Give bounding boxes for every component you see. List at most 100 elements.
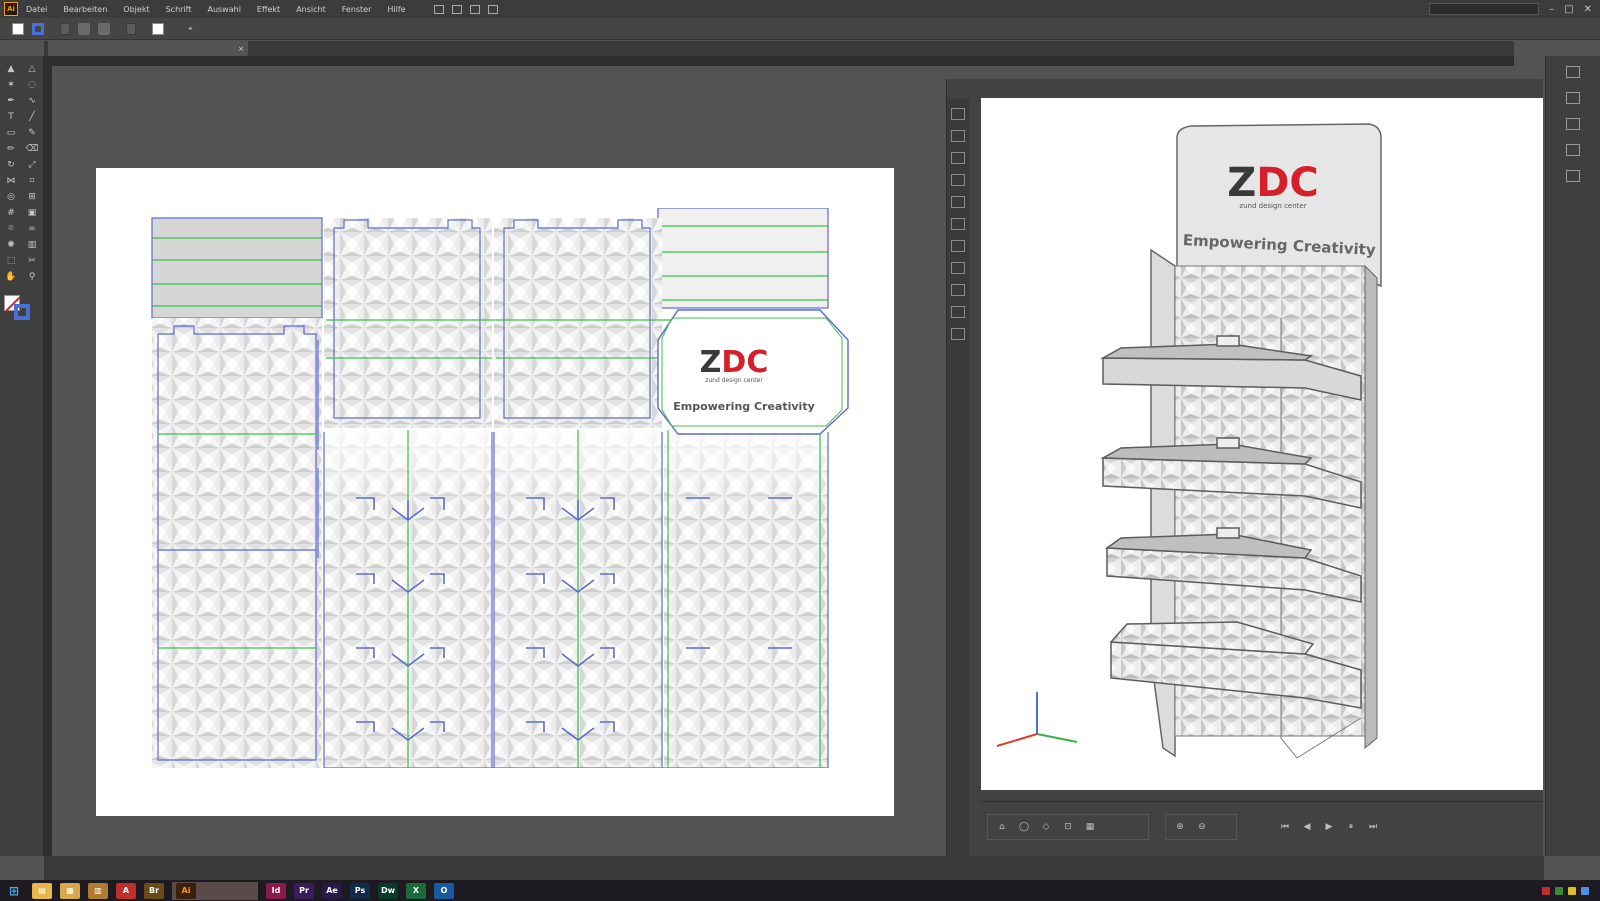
menu-datei[interactable]: Datei: [26, 5, 47, 14]
layers-icon[interactable]: [951, 218, 965, 230]
fill-swatch[interactable]: [12, 22, 24, 35]
menu-hilfe[interactable]: Hilfe: [387, 5, 405, 14]
paintbrush-icon[interactable]: ✎: [24, 126, 40, 139]
menu-effekt[interactable]: Effekt: [257, 5, 280, 14]
tray-volume-icon[interactable]: [1581, 886, 1589, 895]
box-icon[interactable]: [951, 240, 965, 252]
zoom-out-icon[interactable]: ⊖: [1194, 820, 1210, 834]
step-back-icon[interactable]: ◀: [1299, 820, 1315, 834]
direct-selection-icon[interactable]: △: [24, 62, 40, 75]
export-icon[interactable]: [951, 306, 965, 318]
acrobat-icon[interactable]: A: [116, 882, 136, 899]
folder-icon[interactable]: ▦: [60, 882, 80, 899]
image-icon[interactable]: [951, 284, 965, 296]
mesh-icon[interactable]: #: [3, 206, 19, 219]
tray-security-icon[interactable]: [1568, 886, 1576, 895]
bridge-icon[interactable]: [433, 4, 444, 14]
scale-icon[interactable]: ⤢: [24, 158, 40, 171]
arrange-documents-icon[interactable]: [451, 4, 462, 14]
stroke-weight-field[interactable]: [60, 22, 70, 35]
blend-icon[interactable]: ∞: [24, 222, 40, 235]
pause-icon[interactable]: ⏸: [1343, 820, 1359, 834]
file-explorer-icon[interactable]: ▤: [32, 882, 52, 899]
color-icon[interactable]: [1566, 66, 1580, 78]
gradient-icon[interactable]: ▣: [24, 206, 40, 219]
free-transform-icon[interactable]: ⌗: [24, 174, 40, 187]
symbols-icon[interactable]: [1566, 144, 1580, 156]
fill-stroke-widget[interactable]: [4, 295, 34, 321]
close-button[interactable]: ✕: [1584, 4, 1592, 15]
pencil-icon[interactable]: ✏: [3, 142, 19, 155]
zoom-icon[interactable]: ⚲: [24, 270, 40, 283]
rotate-icon[interactable]: ↻: [3, 158, 19, 171]
type-icon[interactable]: T: [3, 110, 19, 123]
tray-network-icon[interactable]: [1555, 886, 1563, 895]
sphere-icon[interactable]: [951, 130, 965, 142]
perspective-icon[interactable]: ⊞: [24, 190, 40, 203]
swatches-icon[interactable]: [1566, 92, 1580, 104]
menu-fenster[interactable]: Fenster: [342, 5, 372, 14]
skip-end-icon[interactable]: ⏭: [1365, 820, 1381, 834]
magic-wand-icon[interactable]: ✶: [3, 78, 19, 91]
windows-start-icon[interactable]: ⊞: [4, 883, 24, 899]
stroke-indicator[interactable]: [14, 304, 30, 320]
cube-icon[interactable]: [951, 108, 965, 120]
after-effects-icon[interactable]: Ae: [322, 882, 342, 899]
eyedropper-icon[interactable]: ⌾: [3, 222, 19, 235]
orbit-view-icon[interactable]: ◯: [1016, 820, 1032, 834]
shape-builder-icon[interactable]: ◎: [3, 190, 19, 203]
perspective-view-icon[interactable]: ◇: [1038, 820, 1054, 834]
stroke-swatch[interactable]: [32, 22, 44, 35]
3d-display-model[interactable]: ZDC zund design center Empowering Creati…: [981, 98, 1543, 790]
bridge-icon[interactable]: Br: [144, 882, 164, 899]
slice-icon[interactable]: ✂: [24, 254, 40, 267]
play-icon[interactable]: ▶: [1321, 820, 1337, 834]
archive-icon[interactable]: ▥: [88, 882, 108, 899]
excel-icon[interactable]: X: [406, 882, 426, 899]
brush-definition[interactable]: [98, 22, 110, 35]
selection-icon[interactable]: ▲: [3, 62, 19, 75]
variable-width-profile[interactable]: [78, 22, 90, 35]
pen-icon[interactable]: ✒: [3, 94, 19, 107]
width-icon[interactable]: ⋈: [3, 174, 19, 187]
zoom-in-icon[interactable]: ⊕: [1172, 820, 1188, 834]
dieline-artwork[interactable]: ZDC zund design center Empowering Creati…: [148, 208, 868, 768]
menu-bearbeiten[interactable]: Bearbeiten: [63, 5, 107, 14]
help-search-input[interactable]: [1429, 3, 1540, 15]
artboard[interactable]: ZDC zund design center Empowering Creati…: [96, 168, 894, 816]
photoshop-icon[interactable]: Ps: [350, 882, 370, 899]
symbol-sprayer-icon[interactable]: ✺: [3, 238, 19, 251]
lasso-icon[interactable]: ◌: [24, 78, 40, 91]
minimize-button[interactable]: –: [1549, 4, 1554, 15]
fit-view-icon[interactable]: ⊡: [1060, 820, 1076, 834]
curvature-icon[interactable]: ∿: [24, 94, 40, 107]
material-icon[interactable]: [951, 196, 965, 208]
indesign-icon[interactable]: Id: [266, 882, 286, 899]
gpu-performance-icon[interactable]: [487, 4, 498, 14]
dreamweaver-icon[interactable]: Dw: [378, 882, 398, 899]
workspace-layout-icon[interactable]: [469, 4, 480, 14]
camera-icon[interactable]: [951, 152, 965, 164]
brushes-icon[interactable]: [1566, 118, 1580, 130]
artboard-icon[interactable]: ⬚: [3, 254, 19, 267]
light-icon[interactable]: [951, 174, 965, 186]
grid-view-icon[interactable]: ▦: [1082, 820, 1098, 834]
graphic-style-swatch[interactable]: [152, 22, 164, 35]
taskbar-active-illustrator[interactable]: Ai: [172, 881, 258, 900]
transform-icon[interactable]: ⌖: [188, 24, 193, 34]
graph-icon[interactable]: ▥: [24, 238, 40, 251]
skip-start-icon[interactable]: ⏮: [1277, 820, 1293, 834]
line-icon[interactable]: ╱: [24, 110, 40, 123]
menu-schrift[interactable]: Schrift: [166, 5, 192, 14]
menu-auswahl[interactable]: Auswahl: [207, 5, 240, 14]
3d-viewport[interactable]: ZDC zund design center Empowering Creati…: [981, 98, 1543, 790]
opacity-field[interactable]: [126, 22, 136, 35]
menu-ansicht[interactable]: Ansicht: [296, 5, 326, 14]
close-document-icon[interactable]: ×: [238, 45, 244, 53]
premiere-icon[interactable]: Pr: [294, 882, 314, 899]
rectangle-icon[interactable]: ▭: [3, 126, 19, 139]
hand-icon[interactable]: ✋: [3, 270, 19, 283]
eraser-icon[interactable]: ⌫: [24, 142, 40, 155]
document-tab[interactable]: ×: [48, 41, 248, 56]
home-view-icon[interactable]: ⌂: [994, 820, 1010, 834]
